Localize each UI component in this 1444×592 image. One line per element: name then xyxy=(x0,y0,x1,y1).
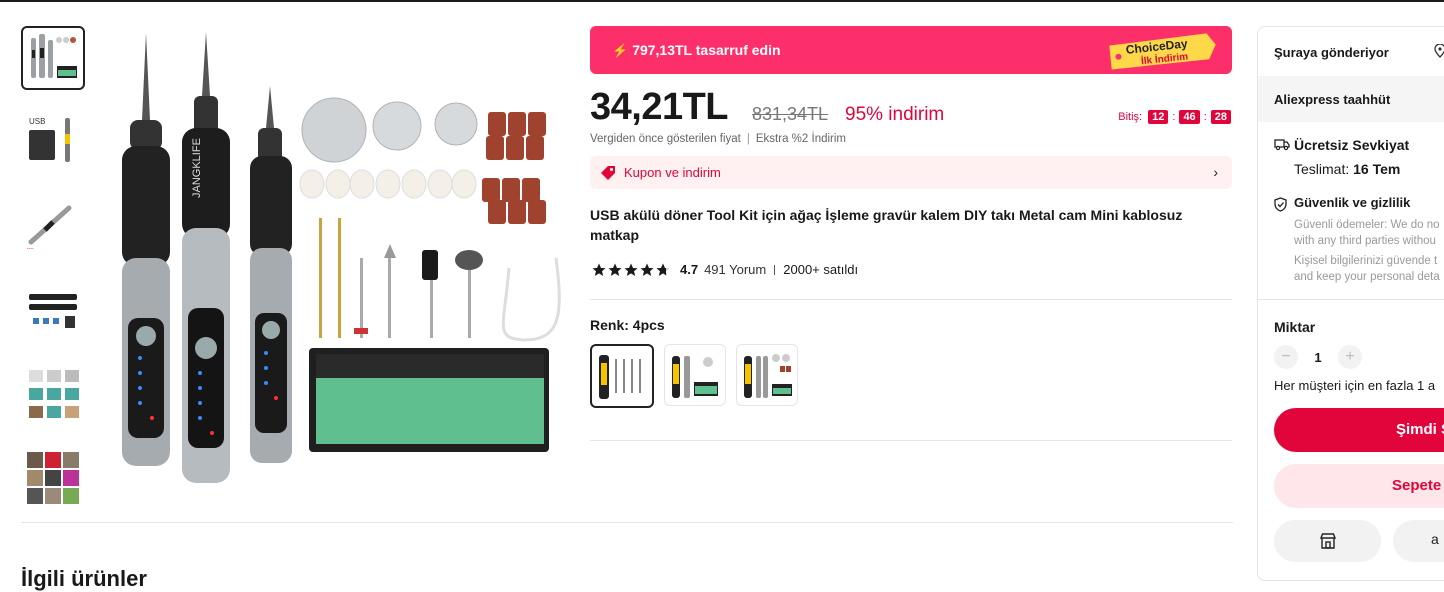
star-icon xyxy=(608,263,622,276)
timer-minutes: 46 xyxy=(1179,110,1200,124)
star-rating xyxy=(592,263,672,277)
engraving-pen-left xyxy=(122,33,170,466)
security-line-2: with any third parties withou xyxy=(1294,235,1436,247)
quantity-limit-note: Her müşteri için en fazla 1 a xyxy=(1274,378,1436,393)
price-note: Vergiden önce gösterilen fiyat | Ekstra %2… xyxy=(590,133,846,145)
top-border xyxy=(0,0,1444,2)
related-products-heading: İlgili ürünler xyxy=(21,566,147,591)
quantity-value[interactable]: 1 xyxy=(1298,350,1338,365)
sold-count: 2000+ satıldı xyxy=(783,262,859,277)
commitment-label: Aliexpress taahhüt xyxy=(1274,92,1391,107)
original-price: 831,34TL xyxy=(752,104,829,124)
buy-now-label: Şimdi S xyxy=(1396,421,1444,438)
timer-label: Bitiş: xyxy=(1118,111,1143,123)
thumbnail-list: USB ---- xyxy=(21,26,87,530)
store-icon xyxy=(1319,533,1336,549)
share-icon: a xyxy=(1431,531,1439,547)
divider xyxy=(774,264,776,275)
color-option-2[interactable] xyxy=(664,344,726,406)
timer-hours: 12 xyxy=(1148,110,1169,124)
svg-text:JANGKLIFE: JANGKLIFE xyxy=(191,138,203,198)
product-thumb-6[interactable] xyxy=(21,446,85,510)
store-button[interactable] xyxy=(1274,520,1381,562)
star-icon xyxy=(592,263,606,276)
truck-icon xyxy=(1274,139,1290,151)
commitment-header: Aliexpress taahhüt xyxy=(1258,76,1444,122)
discount-percent: 95% indirim xyxy=(845,104,945,125)
product-thumb-1[interactable] xyxy=(21,26,85,90)
current-price: 34,21TL xyxy=(590,86,729,128)
review-count[interactable]: 491 Yorum xyxy=(704,262,766,277)
main-product-image[interactable]: JANGKLIFE xyxy=(104,28,564,496)
location-pin-icon[interactable] xyxy=(1434,44,1444,58)
purchase-panel: Şuraya gönderiyor Aliexpress taahhüt Ücr… xyxy=(1257,26,1444,581)
coupon-label: Kupon ve indirim xyxy=(624,165,721,180)
choice-day-tag-icon: ChoiceDay İlk İndirim xyxy=(1109,33,1216,70)
security-line-1: Güvenli ödemeler: We do no xyxy=(1294,219,1440,231)
timer-seconds: 28 xyxy=(1210,110,1231,124)
product-thumb-5[interactable] xyxy=(21,362,85,426)
free-shipping-label: Ücretsiz Sevkiyat xyxy=(1294,137,1410,153)
tax-note: Vergiden önce gösterilen fiyat xyxy=(590,133,741,145)
rating-row[interactable]: 4.7 491 Yorum 2000+ satıldı xyxy=(592,262,858,277)
product-thumb-2[interactable]: USB xyxy=(21,110,85,174)
divider xyxy=(1258,299,1444,300)
share-button[interactable]: a xyxy=(1393,520,1444,562)
star-half-icon xyxy=(656,263,670,276)
price-row: 34,21TL 831,34TL 95% indirim Bitiş: 12 :… xyxy=(590,86,1235,130)
savings-text-wrap: ⚡ 797,13TL tasarruf edin xyxy=(612,42,781,59)
color-label: Renk: 4pcs xyxy=(590,317,665,333)
security-line-4: and keep your personal deta xyxy=(1294,271,1440,283)
add-to-cart-label: Sepete xyxy=(1392,477,1442,494)
product-thumb-3[interactable]: ---- xyxy=(21,194,85,258)
divider xyxy=(590,440,1232,441)
delivery-date: 16 Tem xyxy=(1353,161,1401,177)
delivery-label: Teslimat: xyxy=(1294,161,1350,177)
product-thumb-4[interactable] xyxy=(21,278,85,342)
security-title: Güvenlik ve gizlilik xyxy=(1294,195,1411,210)
product-title: USB akülü döner Tool Kit için ağaç İşlem… xyxy=(590,207,1183,243)
security-line-3: Kişisel bilgilerinizi güvende t xyxy=(1294,255,1438,267)
extra-discount-note: Ekstra %2 İndirim xyxy=(755,133,846,145)
color-options xyxy=(590,344,808,408)
bit-tray-bits xyxy=(316,354,544,444)
divider xyxy=(590,299,1232,300)
svg-text:----: ---- xyxy=(27,246,34,252)
divider xyxy=(21,522,1233,523)
buy-now-button[interactable]: Şimdi S xyxy=(1274,408,1444,452)
engraving-pen-right xyxy=(250,86,292,463)
quantity-stepper: − 1 + xyxy=(1274,345,1362,369)
add-to-cart-button[interactable]: Sepete xyxy=(1274,464,1444,508)
color-option-3[interactable] xyxy=(736,344,798,406)
countdown-timer: Bitiş: 12 : 46 : 28 xyxy=(1118,110,1233,124)
quantity-label: Miktar xyxy=(1274,319,1316,335)
decrease-quantity-button[interactable]: − xyxy=(1274,345,1298,369)
coupon-row[interactable]: Kupon ve indirim › xyxy=(590,156,1232,189)
ship-to-label[interactable]: Şuraya gönderiyor xyxy=(1274,45,1389,60)
increase-quantity-button[interactable]: + xyxy=(1338,345,1362,369)
star-icon xyxy=(640,263,654,276)
color-option-1[interactable] xyxy=(590,344,654,408)
savings-banner: ⚡ 797,13TL tasarruf edin ChoiceDay İlk İn… xyxy=(590,26,1232,74)
lightning-icon: ⚡ xyxy=(612,43,629,58)
delivery-info: Teslimat: 16 Tem xyxy=(1294,161,1400,177)
tag-icon xyxy=(601,166,615,180)
chevron-right-icon: › xyxy=(1213,164,1218,180)
shield-icon xyxy=(1274,197,1287,212)
rating-score: 4.7 xyxy=(680,262,699,277)
star-icon xyxy=(624,263,638,276)
thumb-usb-text: USB xyxy=(29,117,45,126)
engraving-pen-center: JANGKLIFE xyxy=(182,32,230,483)
savings-text: 797,13TL tasarruf edin xyxy=(632,42,781,58)
